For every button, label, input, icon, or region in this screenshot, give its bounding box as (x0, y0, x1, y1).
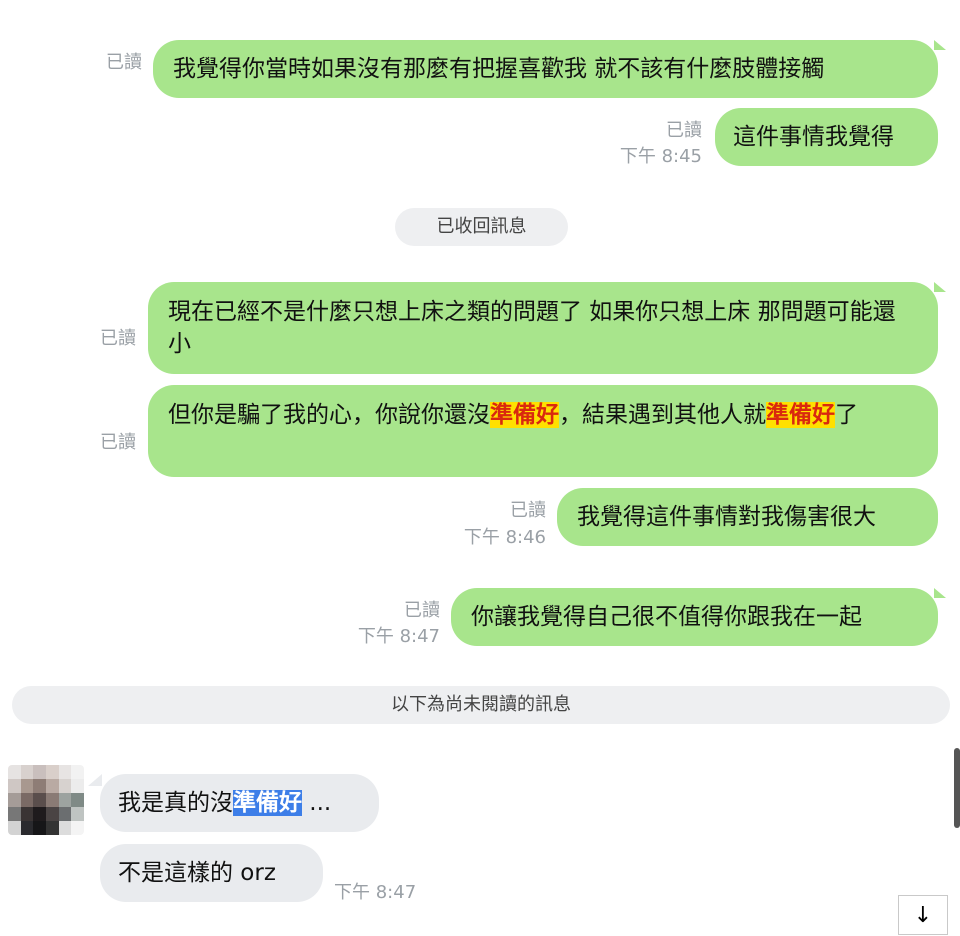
outgoing-message[interactable]: 現在已經不是什麼只想上床之類的問題了 如果你只想上床 那問題可能還小 (148, 282, 938, 374)
outgoing-message[interactable]: 這件事情我覺得 (715, 108, 938, 166)
read-status: 已讀 (404, 600, 440, 621)
outgoing-message[interactable]: 你讓我覺得自己很不值得你跟我在一起 (451, 588, 938, 646)
timestamp: 下午 8:45 (619, 146, 702, 167)
timestamp: 下午 8:47 (334, 882, 417, 903)
timestamp: 下午 8:46 (463, 527, 546, 548)
read-status: 已讀 (100, 432, 136, 453)
search-highlight: 準備好 (766, 402, 835, 428)
incoming-message[interactable]: 我是真的沒準備好 ... (100, 774, 379, 832)
bubble-tail (934, 40, 946, 50)
message-text: 你讓我覺得自己很不值得你跟我在一起 (471, 604, 862, 630)
message-text: 這件事情我覺得 (733, 124, 894, 150)
read-status: 已讀 (510, 500, 546, 521)
message-text: 我覺得這件事情對我傷害很大 (577, 504, 876, 530)
message-text: 但你是騙了我的心，你說你還沒準備好，結果遇到其他人就準備好了 (168, 402, 858, 428)
read-status: 已讀 (106, 52, 142, 73)
bubble-tail (934, 282, 946, 292)
message-text: 我是真的沒準備好 ... (118, 790, 332, 816)
message-text: 不是這樣的 orz (118, 860, 276, 886)
search-highlight-current: 準備好 (233, 790, 302, 816)
incoming-message[interactable]: 不是這樣的 orz (100, 844, 323, 902)
message-text: 現在已經不是什麼只想上床之類的問題了 如果你只想上床 那問題可能還小 (168, 299, 896, 357)
recalled-message-notice: 已收回訊息 (395, 208, 568, 246)
timestamp: 下午 8:47 (357, 626, 440, 647)
read-status: 已讀 (666, 120, 702, 141)
outgoing-message[interactable]: 我覺得這件事情對我傷害很大 (557, 488, 938, 546)
unread-divider: 以下為尚未閱讀的訊息 (12, 686, 950, 724)
scroll-to-bottom-button[interactable]: ↓ (898, 895, 948, 935)
search-highlight: 準備好 (490, 402, 559, 428)
outgoing-message[interactable]: 但你是騙了我的心，你說你還沒準備好，結果遇到其他人就準備好了 (148, 385, 938, 477)
bubble-tail (88, 774, 102, 786)
bubble-tail (934, 588, 946, 598)
message-text: 我覺得你當時如果沒有那麼有把握喜歡我 就不該有什麼肢體接觸 (173, 56, 825, 82)
scrollbar-thumb[interactable] (954, 748, 960, 828)
arrow-down-icon: ↓ (913, 903, 933, 928)
read-status: 已讀 (100, 328, 136, 349)
outgoing-message[interactable]: 我覺得你當時如果沒有那麼有把握喜歡我 就不該有什麼肢體接觸 (153, 40, 938, 98)
contact-avatar[interactable] (8, 765, 84, 835)
